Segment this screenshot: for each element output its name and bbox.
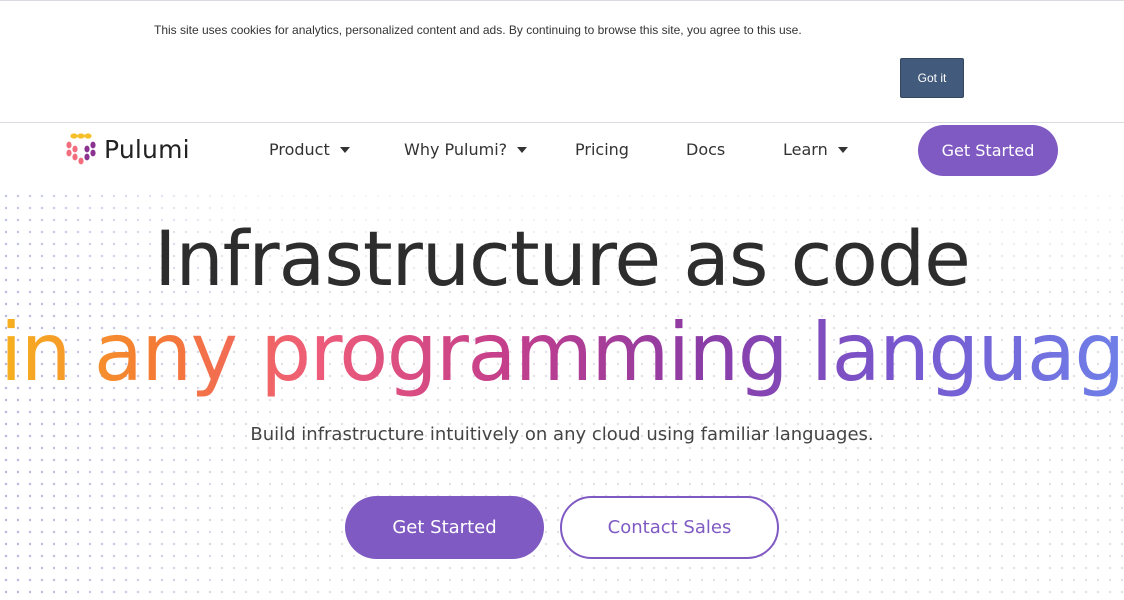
nav-item-pricing[interactable]: Pricing [575,140,629,159]
nav-item-why-pulumi[interactable]: Why Pulumi? [404,140,528,159]
hero-headline-line1: Infrastructure as code [154,214,971,303]
nav-item-label: Why Pulumi? [404,140,508,159]
brand-name: Pulumi [104,134,190,164]
pulumi-logo-icon [66,133,96,165]
caret-down-icon [339,146,350,153]
cookie-accept-button[interactable]: Got it [900,58,964,98]
hero-get-started-button[interactable]: Get Started [345,496,544,559]
main-navbar: Pulumi Product Why Pulumi? Pricing Docs … [0,123,1124,179]
nav-item-label: Product [269,140,330,159]
cookie-message: This site uses cookies for analytics, pe… [154,23,802,37]
nav-item-learn[interactable]: Learn [783,140,848,159]
cookie-banner: This site uses cookies for analytics, pe… [0,0,1124,123]
nav-get-started-button[interactable]: Get Started [918,125,1058,176]
nav-item-label: Docs [686,140,726,159]
contact-sales-button[interactable]: Contact Sales [560,496,779,559]
caret-down-icon [837,146,848,153]
hero-headline-line2: in any programming language [0,306,1124,399]
nav-item-label: Learn [783,140,828,159]
nav-item-docs[interactable]: Docs [686,140,725,159]
nav-item-product[interactable]: Product [269,140,350,159]
hero-subheadline: Build infrastructure intuitively on any … [250,424,874,445]
nav-item-label: Pricing [575,140,629,159]
brand-logo-link[interactable]: Pulumi [64,131,190,167]
caret-down-icon [517,146,528,153]
